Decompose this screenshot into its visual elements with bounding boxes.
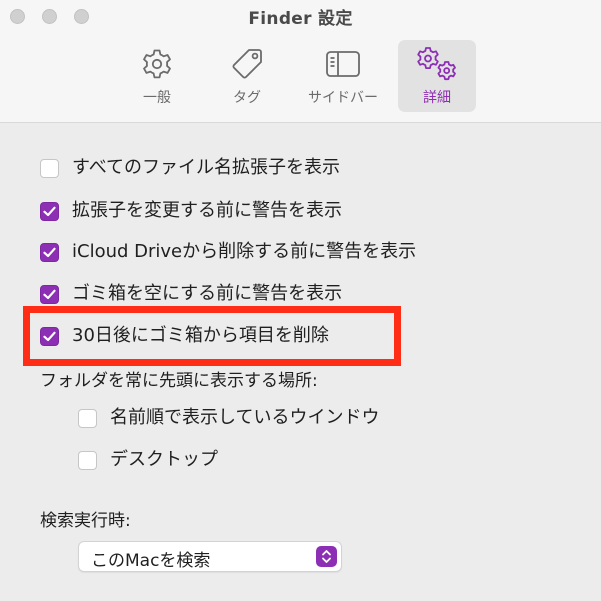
tab-advanced[interactable]: 詳細 <box>398 40 476 112</box>
search-scope-heading: 検索実行時: <box>40 511 131 531</box>
search-scope-value: このMacを検索 <box>91 551 211 571</box>
option-label: 拡張子を変更する前に警告を表示 <box>72 200 342 221</box>
tab-label: タグ <box>233 90 261 106</box>
finder-settings-window: Finder 設定 一般 タグ サイドバー 詳細 すべてのファイル名拡張子を表示… <box>0 0 601 601</box>
option-folders-on-top-windows[interactable]: 名前順で表示しているウインドウ <box>78 405 379 431</box>
option-warn-icloud-remove[interactable]: iCloud Driveから削除する前に警告を表示 <box>40 239 416 265</box>
tab-tags[interactable]: タグ <box>208 40 286 112</box>
stepper-arrows-icon[interactable] <box>316 546 337 567</box>
checkbox[interactable] <box>78 408 97 428</box>
checkbox[interactable] <box>40 201 59 221</box>
tab-sidebar[interactable]: サイドバー <box>304 40 382 112</box>
option-folders-on-top-desktop[interactable]: デスクトップ <box>78 447 218 473</box>
folders-on-top-heading: フォルダを常に先頭に表示する場所: <box>40 371 318 391</box>
checkmark-icon <box>43 206 56 216</box>
checkbox[interactable] <box>40 242 59 262</box>
checkbox[interactable] <box>40 284 59 304</box>
option-label: ゴミ箱を空にする前に警告を表示 <box>72 283 343 304</box>
checkbox[interactable] <box>78 450 97 470</box>
option-label: デスクトップ <box>110 449 218 470</box>
option-label: 名前順で表示しているウインドウ <box>110 407 380 428</box>
option-warn-empty-trash[interactable]: ゴミ箱を空にする前に警告を表示 <box>40 281 342 307</box>
option-warn-extension-change[interactable]: 拡張子を変更する前に警告を表示 <box>40 198 342 224</box>
checkbox[interactable] <box>40 158 59 178</box>
tab-label: 詳細 <box>423 90 451 106</box>
tab-label: サイドバー <box>308 90 378 106</box>
tag-icon <box>208 44 286 84</box>
gear-icon <box>118 44 196 84</box>
option-label: iCloud Driveから削除する前に警告を表示 <box>72 241 417 262</box>
option-show-extensions[interactable]: すべてのファイル名拡張子を表示 <box>40 155 340 181</box>
sidebar-icon <box>304 44 382 84</box>
option-label: すべてのファイル名拡張子を表示 <box>72 157 341 178</box>
highlight-box <box>23 306 401 366</box>
tab-label: 一般 <box>143 90 171 106</box>
search-scope-select[interactable]: このMacを検索 <box>78 541 342 572</box>
checkmark-icon <box>43 289 56 299</box>
toolbar: Finder 設定 一般 タグ サイドバー 詳細 <box>0 0 601 123</box>
window-title: Finder 設定 <box>248 9 353 29</box>
tab-general[interactable]: 一般 <box>118 40 196 112</box>
gears-icon <box>398 44 476 84</box>
checkmark-icon <box>43 247 56 257</box>
